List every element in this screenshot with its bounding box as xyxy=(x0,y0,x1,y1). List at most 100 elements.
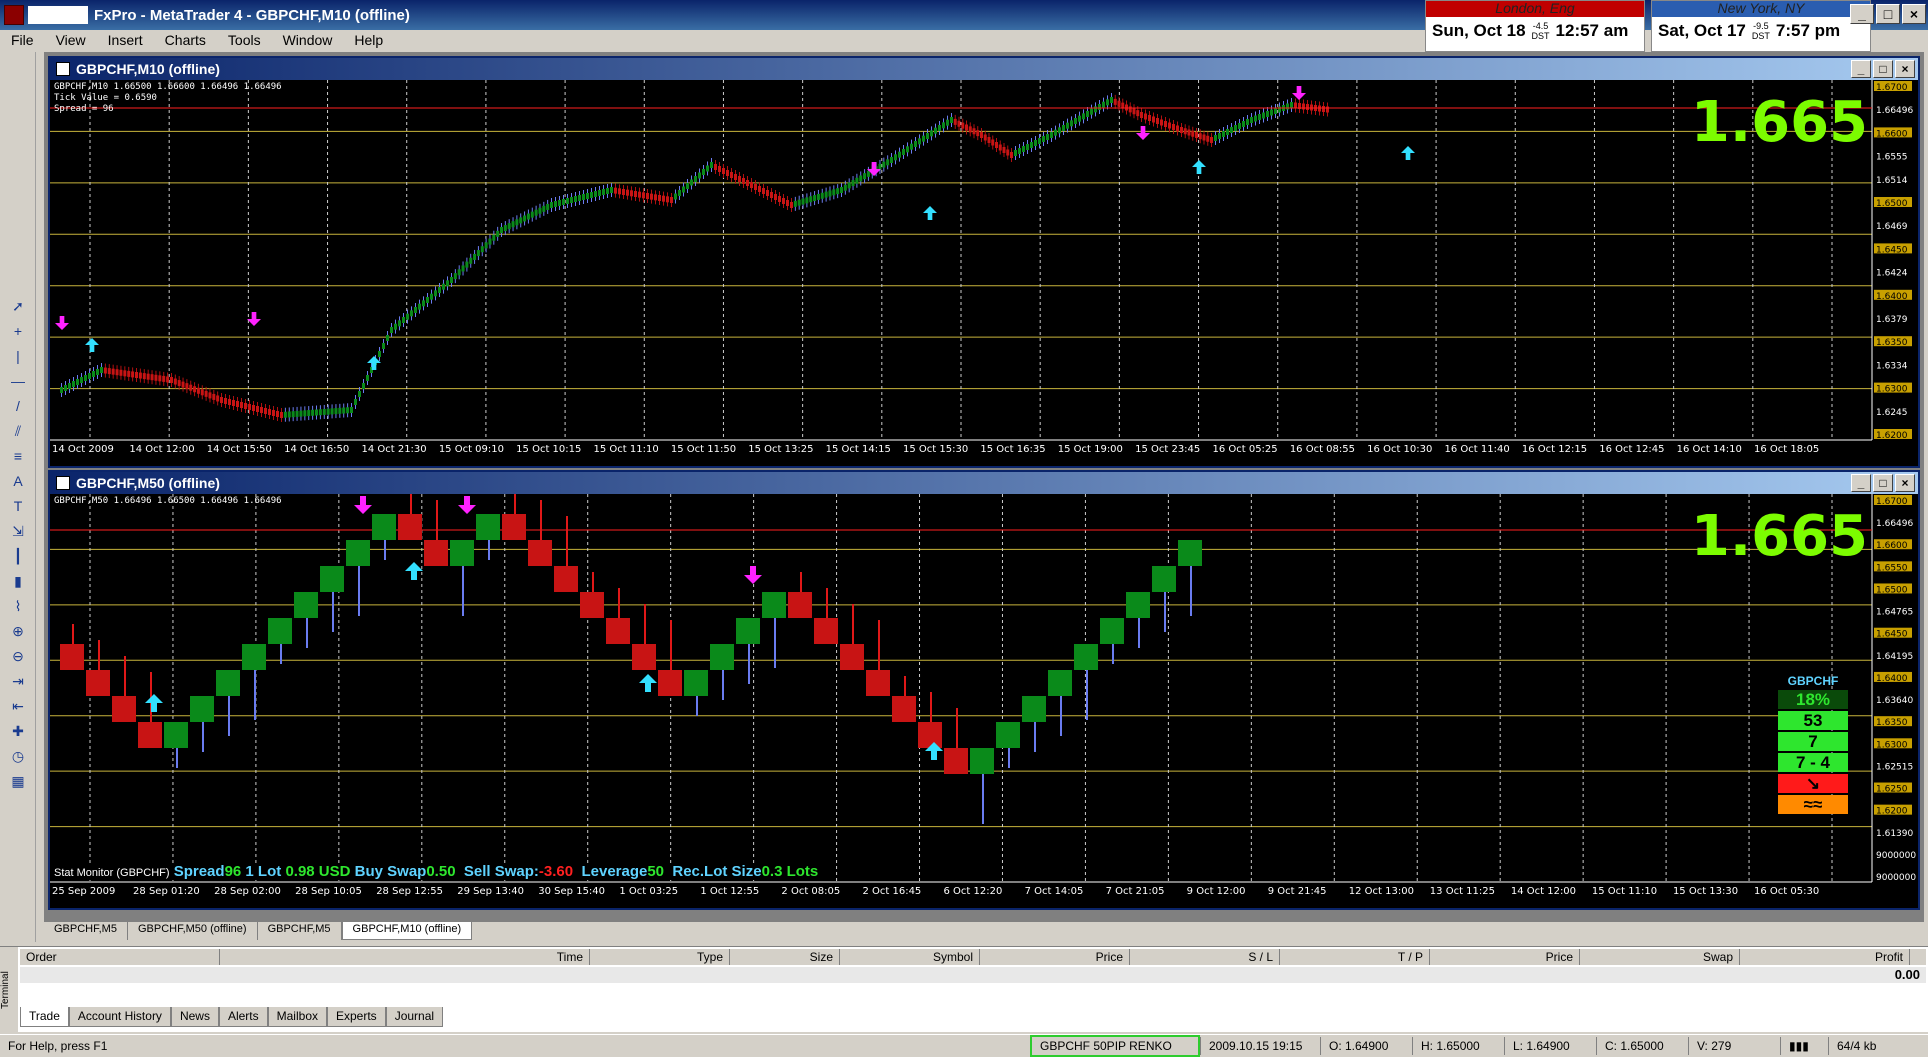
menu-file[interactable]: File xyxy=(0,32,45,48)
price-label: 1.6400 xyxy=(1876,674,1908,684)
menu-help[interactable]: Help xyxy=(343,32,394,48)
col-profit[interactable]: Profit xyxy=(1740,949,1910,965)
menu-insert[interactable]: Insert xyxy=(97,32,154,48)
price-bar xyxy=(346,407,350,414)
arrows-icon[interactable]: ⇲ xyxy=(5,520,31,542)
tab-experts[interactable]: Experts xyxy=(327,1007,386,1027)
vertical-line-icon[interactable]: | xyxy=(5,345,31,367)
time-label: 14 Oct 12:00 xyxy=(129,444,194,455)
price-bar xyxy=(181,381,185,388)
maximize-button[interactable]: □ xyxy=(1876,4,1900,24)
close-button[interactable]: × xyxy=(1902,4,1926,24)
tab-news[interactable]: News xyxy=(170,1007,219,1027)
chart-plot-m50[interactable]: 1.6700 1.66496 1.6600 1.6550 1.6500 1.64765 1.… xyxy=(50,494,1918,908)
time-label: 16 Oct 12:45 xyxy=(1599,444,1664,455)
col-order[interactable]: Order xyxy=(20,949,220,965)
price-label: 1.6334 xyxy=(1876,361,1908,371)
menu-view[interactable]: View xyxy=(45,32,97,48)
time-label: 15 Oct 13:25 xyxy=(748,444,813,455)
chart-window-titlebar[interactable]: GBPCHF,M10 (offline) _ □ × xyxy=(50,58,1918,80)
fan-icon[interactable]: ⫽ xyxy=(5,420,31,442)
price-label: 1.61390 xyxy=(1876,829,1913,839)
line-chart-icon[interactable]: ⌇ xyxy=(5,595,31,617)
col-symbol[interactable]: Symbol xyxy=(840,949,980,965)
text-icon[interactable]: A xyxy=(5,470,31,492)
channel-icon[interactable]: ≡ xyxy=(5,445,31,467)
chart-window-titlebar[interactable]: GBPCHF,M50 (offline) _ □ × xyxy=(50,472,1918,494)
price-bar xyxy=(914,141,917,147)
autoscroll-icon[interactable]: ⇥ xyxy=(5,670,31,692)
chart-minimize-button[interactable]: _ xyxy=(1851,474,1871,492)
price-bar xyxy=(1102,101,1105,108)
price-bar xyxy=(1066,122,1069,129)
tab-mailbox[interactable]: Mailbox xyxy=(267,1007,327,1027)
renko-brick xyxy=(320,566,344,592)
status-profile[interactable]: GBPCHF 50PIP RENKO xyxy=(1030,1034,1200,1057)
prob-value-2: 7 xyxy=(1778,732,1848,751)
tab-trade[interactable]: Trade xyxy=(20,1007,69,1027)
price-bar xyxy=(738,176,741,182)
col-size[interactable]: Size xyxy=(730,949,840,965)
price-bar xyxy=(1172,124,1175,130)
chart-maximize-button[interactable]: □ xyxy=(1873,474,1893,492)
candle-chart-icon[interactable]: ▮ xyxy=(5,570,31,592)
price-bar xyxy=(366,375,369,381)
chart-tab[interactable]: GBPCHF,M5 xyxy=(258,922,342,940)
price-bar xyxy=(770,192,773,198)
chart-plot-m10[interactable]: 1.6700 1.66496 1.6600 1.6555 1.6514 1.6500 1.6… xyxy=(50,80,1918,466)
price-bar xyxy=(457,269,461,276)
templates-icon[interactable]: ▦ xyxy=(5,770,31,792)
price-bar xyxy=(100,367,103,373)
chart-tab[interactable]: GBPCHF,M5 xyxy=(44,922,128,940)
col-tp[interactable]: T / P xyxy=(1280,949,1430,965)
col-sl[interactable]: S / L xyxy=(1130,949,1280,965)
tab-alerts[interactable]: Alerts xyxy=(218,1007,268,1027)
terminal-tabs: Trade Account History News Alerts Mailbo… xyxy=(20,1007,444,1027)
clock-dst: -9.5 DST xyxy=(1751,21,1770,41)
chart-window-m10[interactable]: GBPCHF,M10 (offline) _ □ × 1.6700 1.66496… xyxy=(48,56,1920,468)
app-icon[interactable] xyxy=(4,5,24,25)
chart-shift-icon[interactable]: ⇤ xyxy=(5,695,31,717)
chart-maximize-button[interactable]: □ xyxy=(1873,60,1893,78)
bar-chart-icon[interactable]: ┃ xyxy=(5,545,31,567)
chart-window-m50[interactable]: GBPCHF,M50 (offline) _ □ × 1.6700 1.66496… xyxy=(48,470,1920,910)
col-swap[interactable]: Swap xyxy=(1580,949,1740,965)
price-label: 1.6600 xyxy=(1876,541,1908,551)
price-bar xyxy=(778,196,781,202)
menu-tools[interactable]: Tools xyxy=(217,32,272,48)
minimize-button[interactable]: _ xyxy=(1850,4,1874,24)
chart-tab-active[interactable]: GBPCHF,M10 (offline) xyxy=(341,922,473,940)
price-bar xyxy=(828,190,832,197)
col-price-current[interactable]: Price xyxy=(1430,949,1580,965)
indicators-icon[interactable]: ✚ xyxy=(5,720,31,742)
renko-brick xyxy=(86,670,110,696)
menu-window[interactable]: Window xyxy=(272,32,344,48)
status-close: C: 1.65000 xyxy=(1596,1036,1688,1055)
chart-close-button[interactable]: × xyxy=(1895,60,1915,78)
zoom-out-icon[interactable]: ⊖ xyxy=(5,645,31,667)
periods-icon[interactable]: ◷ xyxy=(5,745,31,767)
chart-close-button[interactable]: × xyxy=(1895,474,1915,492)
renko-chart-m10[interactable]: 1.6700 1.66496 1.6600 1.6555 1.6514 1.6500 1.6… xyxy=(50,80,1918,466)
price-label: 1.66496 xyxy=(1876,106,1913,116)
price-label: 1.6500 xyxy=(1876,199,1908,209)
col-time[interactable]: Time xyxy=(220,949,590,965)
label-icon[interactable]: T xyxy=(5,495,31,517)
tab-journal[interactable]: Journal xyxy=(385,1007,444,1027)
time-label: 16 Oct 10:30 xyxy=(1367,444,1432,455)
renko-chart-m50[interactable]: 1.6700 1.66496 1.6600 1.6550 1.6500 1.64765 1.… xyxy=(50,494,1918,908)
col-type[interactable]: Type xyxy=(590,949,730,965)
menu-charts[interactable]: Charts xyxy=(154,32,217,48)
crosshair-icon[interactable]: + xyxy=(5,320,31,342)
chart-minimize-button[interactable]: _ xyxy=(1851,60,1871,78)
horizontal-line-icon[interactable]: — xyxy=(5,370,31,392)
price-bar xyxy=(718,166,721,172)
col-price[interactable]: Price xyxy=(980,949,1130,965)
balance-row[interactable]: 0.00 xyxy=(20,967,1926,983)
tab-account-history[interactable]: Account History xyxy=(68,1007,171,1027)
chart-tab[interactable]: GBPCHF,M50 (offline) xyxy=(128,922,258,940)
trendline-icon[interactable]: / xyxy=(5,395,31,417)
zoom-in-icon[interactable]: ⊕ xyxy=(5,620,31,642)
cursor-icon[interactable]: ➚ xyxy=(5,295,31,317)
price-bar xyxy=(244,403,247,409)
